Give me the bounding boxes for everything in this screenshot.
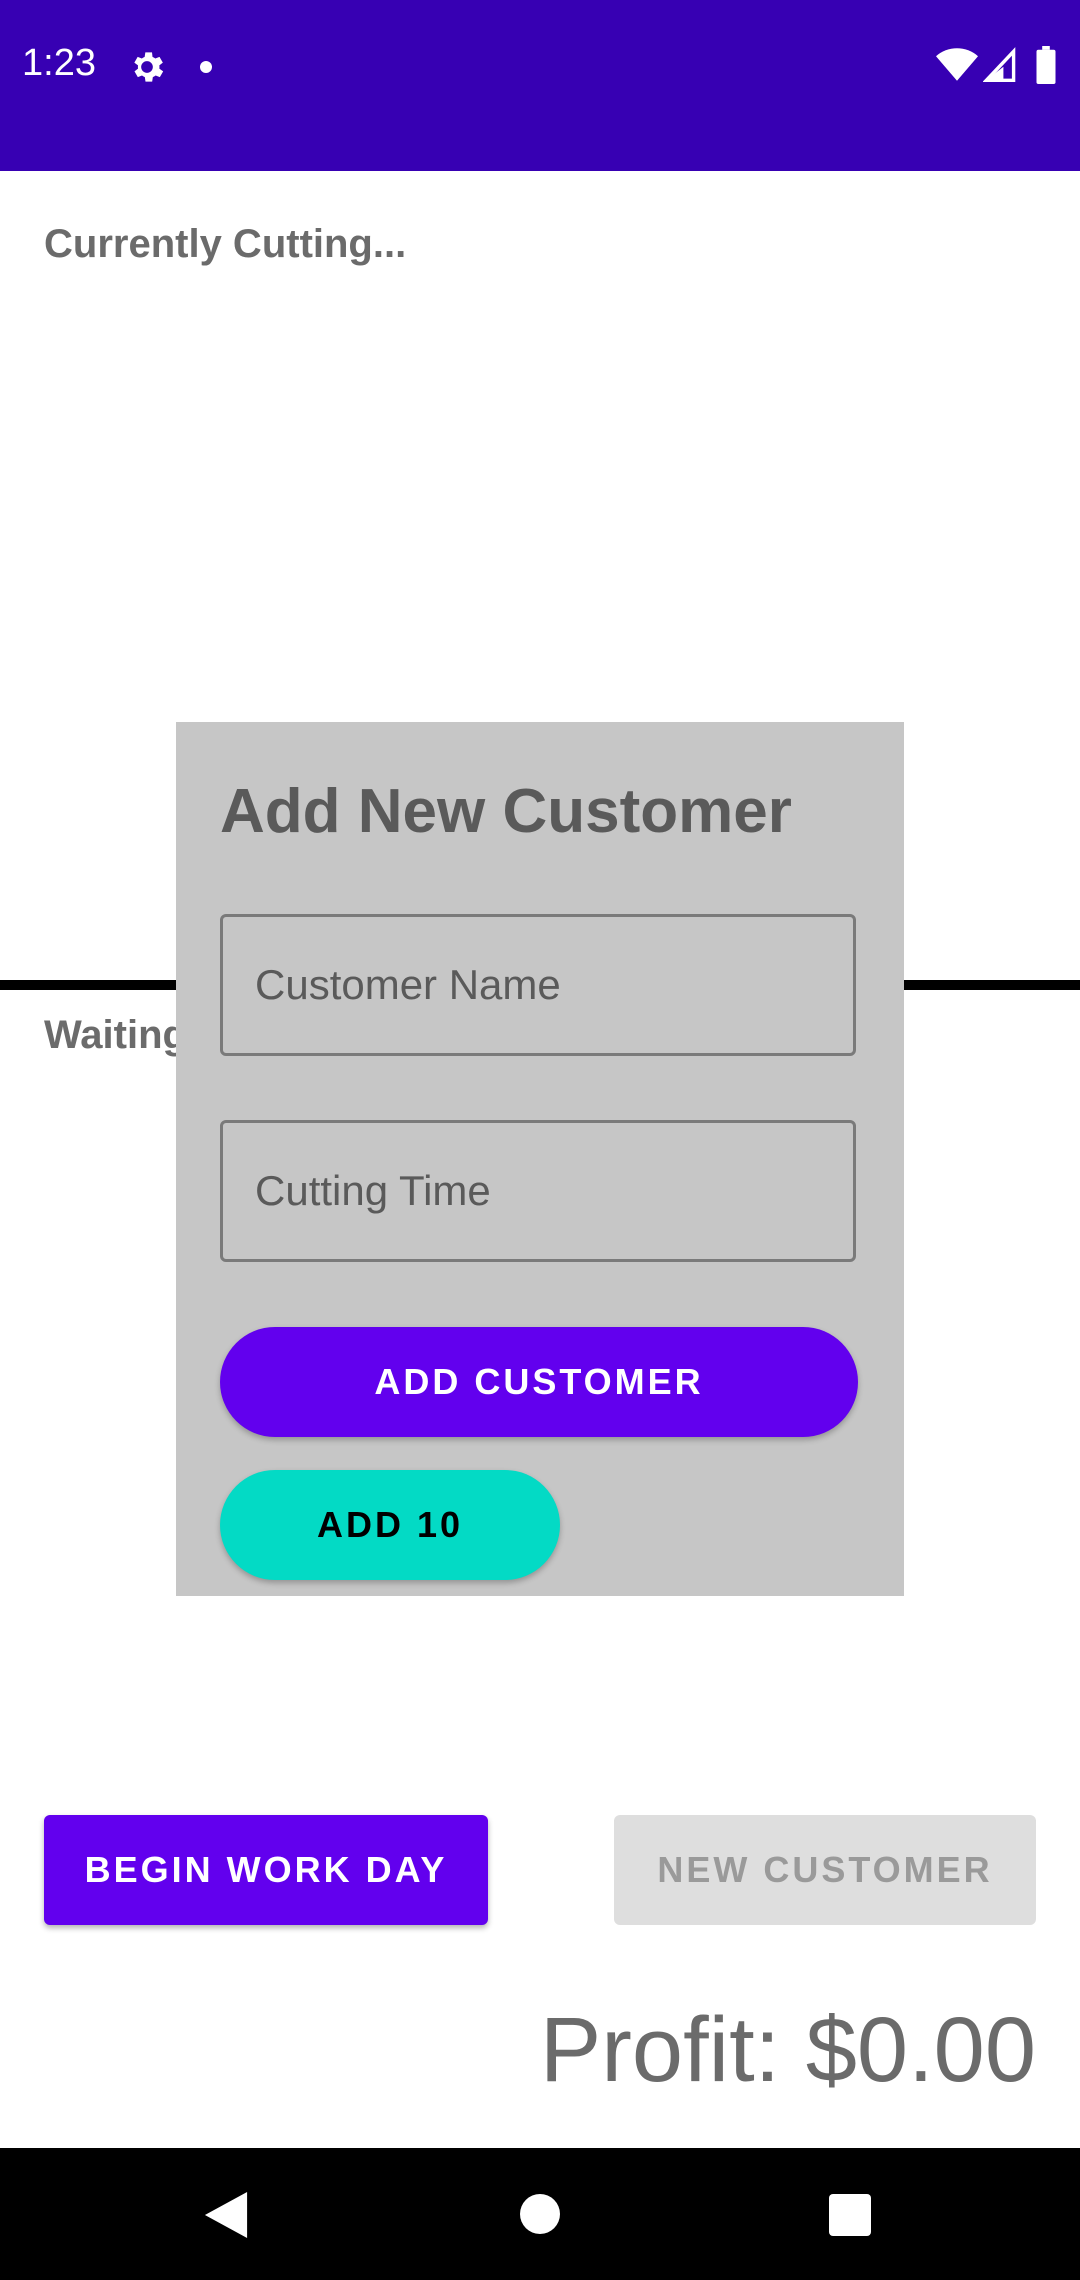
navigation-bar (0, 2148, 1080, 2280)
add-10-button[interactable]: ADD 10 (220, 1470, 560, 1580)
profit-label: Profit: $0.00 (539, 1999, 1036, 2101)
add-customer-dialog: Add New Customer ADD CUSTOMER ADD 10 (176, 722, 904, 1596)
status-bar: 1:23 (0, 0, 1080, 171)
dialog-title: Add New Customer (220, 777, 792, 846)
notification-dot-icon (200, 61, 212, 73)
wifi-icon (936, 48, 978, 81)
new-customer-button[interactable]: NEW CUSTOMER (614, 1815, 1036, 1925)
customer-name-field[interactable] (220, 914, 856, 1056)
cell-signal-icon (983, 47, 1016, 82)
back-icon[interactable] (204, 2192, 248, 2238)
battery-icon (1036, 46, 1056, 84)
recents-icon[interactable] (829, 2194, 871, 2236)
gear-icon (134, 52, 164, 82)
begin-work-day-button[interactable]: BEGIN WORK DAY (44, 1815, 488, 1925)
status-time: 1:23 (22, 42, 96, 84)
currently-cutting-label: Currently Cutting... (44, 222, 407, 266)
home-icon[interactable] (520, 2194, 560, 2234)
waiting-label: Waiting (44, 1013, 187, 1057)
cutting-time-field[interactable] (220, 1120, 856, 1262)
add-customer-button[interactable]: ADD CUSTOMER (220, 1327, 858, 1437)
